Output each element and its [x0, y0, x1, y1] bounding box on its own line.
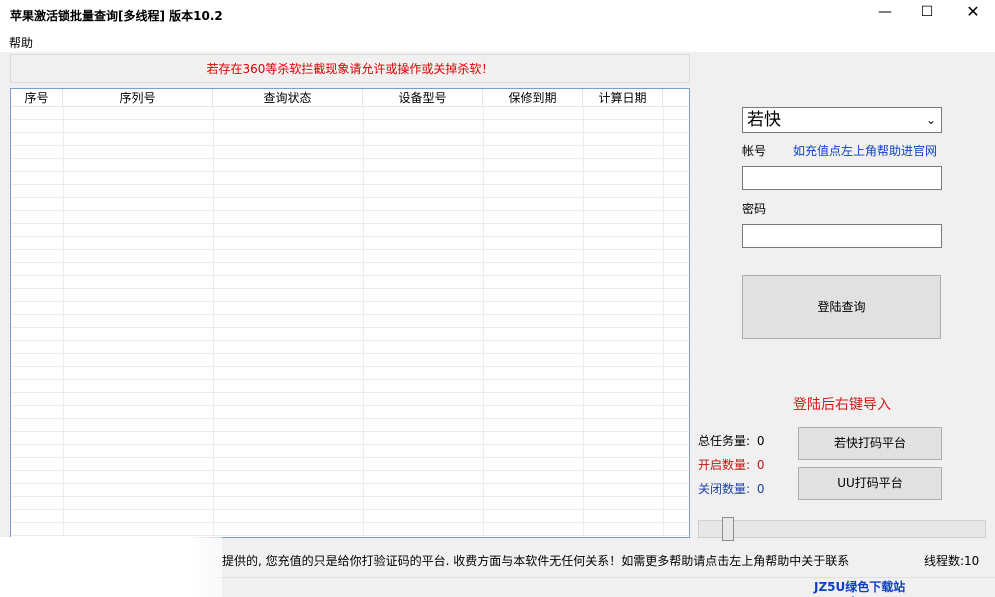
status-message: 提供的, 您充值的只是给你打验证码的平台. 收费方面与本软件无任何关系！如需更多…	[222, 554, 850, 568]
open-count-value: 0	[756, 458, 765, 472]
menu-bar: 帮助	[0, 30, 995, 52]
column-divider	[213, 107, 214, 537]
password-field[interactable]	[742, 224, 942, 248]
uu-platform-button[interactable]: UU打码平台	[798, 467, 942, 500]
platform-select[interactable]: 若快 ⌄	[742, 107, 942, 133]
column-divider	[363, 107, 364, 537]
warning-banner: 若存在360等杀软拦截现象请允许或操作或关掉杀软！	[10, 54, 690, 83]
column-header-index[interactable]: 序号	[11, 89, 63, 107]
thread-count: 线程数:10	[924, 554, 980, 568]
recharge-link[interactable]: 如充值点左上角帮助进官网	[793, 142, 937, 159]
close-icon[interactable]: ✕	[950, 0, 995, 30]
platform-select-value: 若快	[747, 110, 781, 130]
total-tasks-text: 总任务量:	[698, 434, 751, 448]
password-label: 密码	[742, 202, 767, 216]
column-header-model[interactable]: 设备型号	[363, 89, 483, 107]
column-header-serial[interactable]: 序列号	[63, 89, 213, 107]
import-hint: 登陆后右键导入	[793, 397, 891, 413]
column-header-warranty[interactable]: 保修到期	[483, 89, 583, 107]
minimize-icon[interactable]: —	[862, 0, 908, 30]
watermark-logo	[0, 537, 222, 597]
open-count-label: 开启数量: 0	[698, 456, 765, 473]
open-count-text: 开启数量:	[698, 458, 751, 472]
watermark-text: JZ5U绿色下载站www.jz5u.com	[814, 580, 911, 597]
table-header: 序号 序列号 查询状态 设备型号 保修到期 计算日期	[11, 89, 689, 107]
menu-help[interactable]: 帮助	[9, 34, 33, 51]
total-tasks-label: 总任务量: 0	[698, 432, 765, 449]
login-query-button[interactable]: 登陆查询	[742, 275, 941, 339]
column-header-status[interactable]: 查询状态	[213, 89, 363, 107]
column-header-date[interactable]: 计算日期	[583, 89, 663, 107]
window-title: 苹果激活锁批量查询[多线程] 版本10.2	[10, 9, 223, 23]
column-divider	[583, 107, 584, 537]
maximize-icon[interactable]: ☐	[904, 0, 950, 30]
closed-count-value: 0	[756, 482, 765, 496]
total-tasks-value: 0	[756, 434, 765, 448]
account-label: 帐号	[742, 144, 767, 158]
closed-count-label: 关闭数量: 0	[698, 480, 765, 497]
results-table[interactable]: 序号 序列号 查询状态 设备型号 保修到期 计算日期	[10, 88, 690, 538]
ruokuai-platform-button[interactable]: 若快打码平台	[798, 427, 942, 460]
thread-slider[interactable]	[698, 520, 986, 538]
title-bar: 苹果激活锁批量查询[多线程] 版本10.2 — ☐ ✕	[0, 0, 995, 30]
column-divider	[483, 107, 484, 537]
column-divider	[663, 107, 664, 537]
chevron-down-icon[interactable]: ⌄	[926, 108, 936, 132]
thread-slider-handle[interactable]	[722, 517, 734, 541]
column-divider	[63, 107, 64, 537]
account-field[interactable]	[742, 166, 942, 190]
closed-count-text: 关闭数量:	[698, 482, 751, 496]
